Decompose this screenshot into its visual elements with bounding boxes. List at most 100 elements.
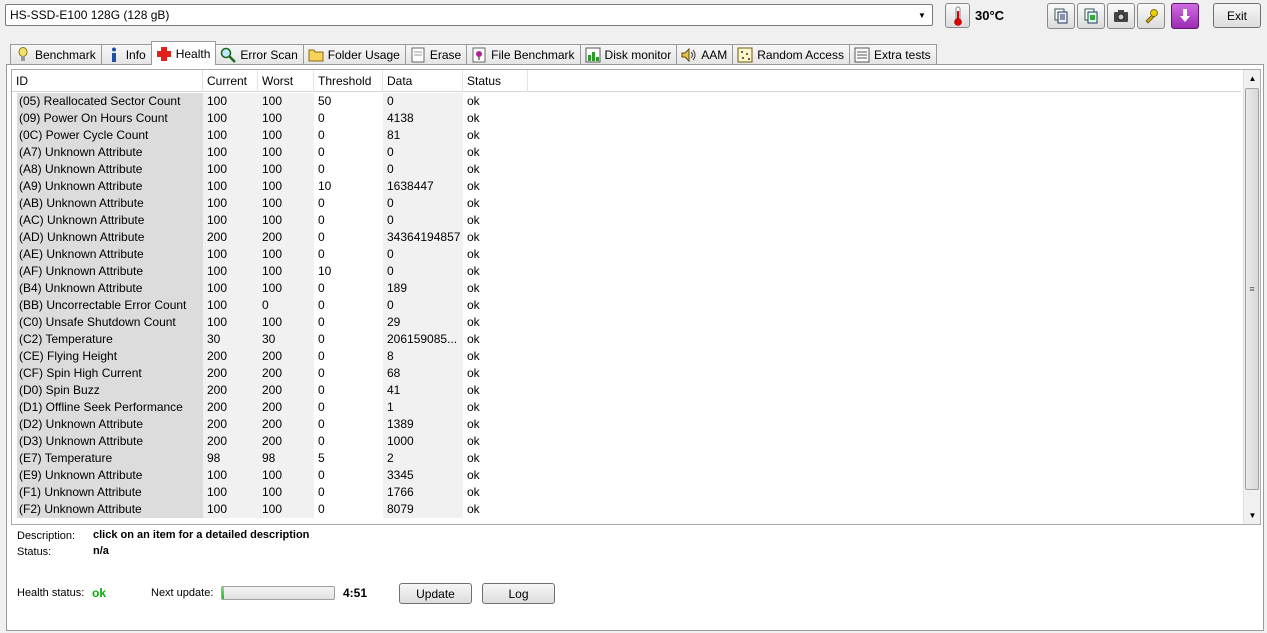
table-row[interactable]: (D2) Unknown Attribute 200 200 0 1389 ok	[12, 416, 1241, 433]
cell-data: 0	[383, 297, 463, 314]
column-header-threshold[interactable]: Threshold	[314, 70, 383, 92]
table-row[interactable]: (A7) Unknown Attribute 100 100 0 0 ok	[12, 144, 1241, 161]
table-row[interactable]: (AB) Unknown Attribute 100 100 0 0 ok	[12, 195, 1241, 212]
cell-current: 200	[203, 229, 258, 246]
tab-error-scan[interactable]: Error Scan	[215, 44, 304, 65]
file-benchmark-icon	[471, 47, 487, 63]
save-button[interactable]	[1171, 3, 1199, 29]
status-value: n/a	[93, 545, 109, 557]
table-row[interactable]: (0C) Power Cycle Count 100 100 0 81 ok	[12, 127, 1241, 144]
thermometer-button[interactable]	[945, 3, 970, 28]
cell-threshold: 50	[318, 94, 332, 108]
copy-text-button[interactable]	[1047, 3, 1075, 29]
table-row[interactable]: (AE) Unknown Attribute 100 100 0 0 ok	[12, 246, 1241, 263]
cell-current: 200	[203, 416, 258, 433]
scroll-down-icon[interactable]: ▼	[1244, 507, 1260, 524]
table-row[interactable]: (C2) Temperature 30 30 0 206159085... ok	[12, 331, 1241, 348]
exit-button[interactable]: Exit	[1213, 3, 1261, 28]
cell-data: 0	[383, 195, 463, 212]
tab-extra-tests[interactable]: Extra tests	[848, 44, 937, 65]
drive-select[interactable]: HS-SSD-E100 128G (128 gB) ▼	[5, 4, 933, 26]
table-row[interactable]: (D0) Spin Buzz 200 200 0 41 ok	[12, 382, 1241, 399]
cell-id: (D0) Spin Buzz	[17, 382, 203, 399]
tab-aam[interactable]: AAM	[676, 44, 734, 65]
cell-id: (A9) Unknown Attribute	[17, 178, 203, 195]
table-row[interactable]: (A9) Unknown Attribute 100 100 10 1638447 ok	[12, 178, 1241, 195]
cell-threshold: 0	[318, 349, 325, 363]
tab-random-access[interactable]: Random Access	[732, 44, 850, 65]
cell-current: 100	[203, 110, 258, 127]
table-row[interactable]: (F2) Unknown Attribute 100 100 0 8079 ok	[12, 501, 1241, 518]
table-row[interactable]: (AF) Unknown Attribute 100 100 10 0 ok	[12, 263, 1241, 280]
table-row[interactable]: (B4) Unknown Attribute 100 100 0 189 ok	[12, 280, 1241, 297]
tab-label: Health	[175, 46, 211, 61]
cell-threshold: 0	[318, 434, 325, 448]
table-row[interactable]: (F1) Unknown Attribute 100 100 0 1766 ok	[12, 484, 1241, 501]
tab-erase[interactable]: Erase	[404, 44, 468, 65]
column-header-data[interactable]: Data	[383, 70, 463, 92]
cell-status: ok	[467, 417, 480, 431]
cell-current: 100	[203, 161, 258, 178]
cell-data: 29	[383, 314, 463, 331]
cell-current: 100	[203, 246, 258, 263]
cell-threshold: 0	[318, 315, 325, 329]
scrollbar-thumb[interactable]: ≡	[1245, 88, 1259, 490]
tab-file-benchmark[interactable]: File Benchmark	[466, 44, 581, 65]
cell-data: 0	[383, 144, 463, 161]
cell-status: ok	[467, 145, 480, 159]
table-row[interactable]: (05) Reallocated Sector Count 100 100 50 0 ok	[12, 93, 1241, 110]
table-row[interactable]: (A8) Unknown Attribute 100 100 0 0 ok	[12, 161, 1241, 178]
log-button[interactable]: Log	[482, 583, 555, 604]
tab-folder-usage[interactable]: Folder Usage	[302, 44, 406, 65]
table-row[interactable]: (D1) Offline Seek Performance 200 200 0 1 ok	[12, 399, 1241, 416]
table-row[interactable]: (AD) Unknown Attribute 200 200 0 34364194857…	[12, 229, 1241, 246]
table-row[interactable]: (D3) Unknown Attribute 200 200 0 1000 ok	[12, 433, 1241, 450]
tab-health[interactable]: Health	[150, 41, 217, 65]
chevron-down-icon[interactable]: ▼	[914, 7, 930, 23]
table-row[interactable]: (BB) Uncorrectable Error Count 100 0 0 0 ok	[12, 297, 1241, 314]
cell-data: 206159085...	[383, 331, 463, 348]
cell-id: (AB) Unknown Attribute	[17, 195, 203, 212]
column-header-worst[interactable]: Worst	[258, 70, 314, 92]
copy-image-button[interactable]	[1077, 3, 1105, 29]
cell-status: ok	[467, 230, 480, 244]
column-header-status[interactable]: Status	[463, 70, 528, 92]
cell-status: ok	[467, 162, 480, 176]
cell-data: 1766	[383, 484, 463, 501]
cell-data: 41	[383, 382, 463, 399]
table-body: (05) Reallocated Sector Count 100 100 50 0 ok…	[12, 93, 1241, 518]
cell-current: 200	[203, 433, 258, 450]
table-row[interactable]: (CE) Flying Height 200 200 0 8 ok	[12, 348, 1241, 365]
camera-icon	[1114, 10, 1128, 22]
cell-data: 68	[383, 365, 463, 382]
cell-status: ok	[467, 298, 480, 312]
table-row[interactable]: (09) Power On Hours Count 100 100 0 4138 ok	[12, 110, 1241, 127]
scroll-up-icon[interactable]: ▲	[1244, 70, 1260, 87]
cell-worst: 100	[258, 246, 314, 263]
cell-worst: 100	[258, 484, 314, 501]
table-row[interactable]: (AC) Unknown Attribute 100 100 0 0 ok	[12, 212, 1241, 229]
column-header-current[interactable]: Current	[203, 70, 258, 92]
cell-threshold: 0	[318, 247, 325, 261]
tab-label: Erase	[429, 48, 462, 62]
cell-threshold: 0	[318, 281, 325, 295]
table-row[interactable]: (CF) Spin High Current 200 200 0 68 ok	[12, 365, 1241, 382]
screenshot-button[interactable]	[1107, 3, 1135, 29]
tab-disk-monitor[interactable]: Disk monitor	[579, 44, 678, 65]
cell-data: 4138	[383, 110, 463, 127]
cell-threshold: 0	[318, 230, 325, 244]
cell-worst: 200	[258, 348, 314, 365]
options-button[interactable]	[1137, 3, 1165, 29]
tab-info[interactable]: Info	[100, 44, 152, 65]
next-update-label: Next update:	[151, 587, 214, 599]
update-button[interactable]: Update	[399, 583, 472, 604]
tab-benchmark[interactable]: Benchmark	[10, 44, 102, 65]
cell-id: (D1) Offline Seek Performance	[17, 399, 203, 416]
table-row[interactable]: (C0) Unsafe Shutdown Count 100 100 0 29 ok	[12, 314, 1241, 331]
smart-table[interactable]: ID Current Worst Threshold Data Status (…	[11, 69, 1261, 525]
vertical-scrollbar[interactable]: ▲ ≡ ▼	[1243, 70, 1260, 524]
cell-current: 200	[203, 348, 258, 365]
table-row[interactable]: (E7) Temperature 98 98 5 2 ok	[12, 450, 1241, 467]
column-header-id[interactable]: ID	[12, 70, 203, 92]
table-row[interactable]: (E9) Unknown Attribute 100 100 0 3345 ok	[12, 467, 1241, 484]
